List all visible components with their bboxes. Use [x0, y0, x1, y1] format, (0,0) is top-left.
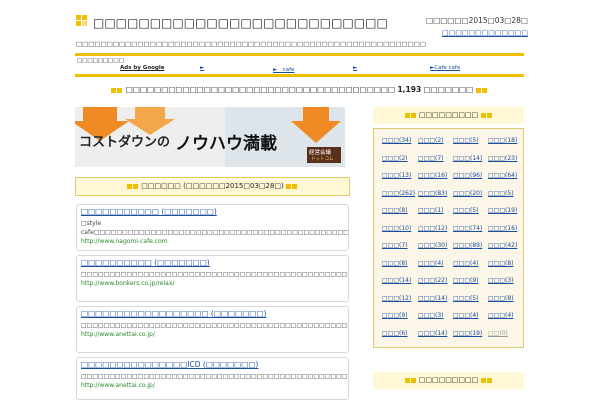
- category-tag-link[interactable]: □□□(96): [453, 172, 482, 179]
- item-url[interactable]: http://www.nagomi-cafe.com: [81, 238, 344, 245]
- category-tag-link[interactable]: □□□(4): [453, 260, 479, 267]
- category-tag-link[interactable]: □□□(23): [488, 155, 517, 162]
- category-tag-box: □□□(34) □□□(2) □□□(5) □□□(18) □□□(2) □□□(7) □□…: [373, 128, 524, 348]
- category-tag-link[interactable]: □□□(16): [488, 225, 517, 232]
- category-tag-link[interactable]: □□□(7): [418, 155, 444, 162]
- category-tag-link[interactable]: □□□(89): [453, 242, 482, 249]
- ad-bar: □□□□□□□□□ Ads by Google ► ► cafe ► ►Cafe…: [75, 53, 524, 77]
- category-tag-link[interactable]: □□□(4): [453, 312, 479, 319]
- category-tag-link[interactable]: □□□(5): [453, 137, 479, 144]
- item-url[interactable]: http://www.anettai.co.jp/: [81, 382, 344, 389]
- category-tag-link[interactable]: □□□(2): [418, 137, 444, 144]
- category-tag-link[interactable]: □□□(2): [382, 155, 408, 162]
- category-tag-link[interactable]: □□□(42): [488, 242, 517, 249]
- category-tag-link[interactable]: □□□(30): [418, 242, 447, 249]
- category-tag-link[interactable]: □□□(13): [382, 172, 411, 179]
- item-title-link[interactable]: □□□□□□□□□□ (□□□□□□□): [81, 258, 344, 267]
- panel-title: □□□□□□ (□□□□□□2015□03□28□): [141, 182, 284, 190]
- site-title[interactable]: □□□□□□□□□□□□□□□□□□□□□□□□□□: [93, 16, 388, 30]
- promo-banner[interactable]: コストダウンの ノウハウ満載 経営会議 ドットコム: [75, 107, 345, 167]
- ad-link[interactable]: ►: [200, 65, 204, 71]
- category-tag-link[interactable]: □□□(8): [488, 260, 514, 267]
- list-item: □□□□□□□□□□□□□□□□□□ (□□□□□□□) □□□□□□□□□□□…: [76, 306, 349, 353]
- ad-link[interactable]: ► cafe: [273, 65, 294, 73]
- banner-text-left: コストダウンの: [79, 135, 171, 150]
- category-tag-link[interactable]: □□□(8): [382, 207, 408, 214]
- category-tag-link[interactable]: □□□(10): [382, 225, 411, 232]
- category-tag-link[interactable]: □□□(14): [453, 155, 482, 162]
- ads-by-google-link[interactable]: Ads by Google: [120, 65, 164, 71]
- category-tag-link[interactable]: □□□(34): [382, 137, 411, 144]
- sidebar-title-2: □□□□□□□□□: [418, 376, 479, 384]
- item-url[interactable]: http://www.bonkers.co.jp/relax/: [81, 280, 344, 287]
- item-title-link[interactable]: □□□□□□□□□□□□□□□□□□ (□□□□□□□): [81, 309, 344, 318]
- headline-suffix: □□□□□□□: [423, 85, 474, 94]
- category-tag-link[interactable]: □□□(14): [382, 277, 411, 284]
- category-tag-link[interactable]: □□(0): [488, 330, 508, 337]
- site-tagline: □□□□□□□□□□□□□□□□□□□□□□□□□□□□□□□□□□□□□□□□…: [76, 40, 427, 48]
- sidebar-header: □□□□□□□□□: [373, 107, 524, 124]
- category-tag-link[interactable]: □□□(8): [382, 260, 408, 267]
- item-title-link[interactable]: □□□□□□□□□□□□□□□ICD (□□□□□□□): [81, 360, 344, 369]
- category-tag-link[interactable]: □□□(74): [453, 225, 482, 232]
- category-tag-link[interactable]: □□□(6): [382, 330, 408, 337]
- category-tag-link[interactable]: □□□(14): [418, 295, 447, 302]
- item-url[interactable]: http://www.anettai.co.jp/: [81, 331, 344, 338]
- banner-text-main: ノウハウ満載: [175, 134, 277, 154]
- list-item: □□□□□□□□□□□ (□□□□□□□) □style cafe□□□□□□□…: [76, 204, 349, 251]
- category-tag-link[interactable]: □□□(20): [453, 190, 482, 197]
- category-tag-link[interactable]: □□□(4): [418, 260, 444, 267]
- item-description: □□□□□□□□□□□□□□□□□□□□□□□□□□□□□□□□□□□□□□□□…: [81, 271, 348, 278]
- category-tag-link[interactable]: □□□(5): [453, 207, 479, 214]
- category-tag-link[interactable]: □□□(262): [382, 190, 415, 197]
- category-tag-link[interactable]: □□□(16): [418, 172, 447, 179]
- list-item: □□□□□□□□□□□□□□□ICD (□□□□□□□) □□□□□□□□□□□…: [76, 357, 349, 400]
- sidebar-title: □□□□□□□□□: [418, 111, 479, 119]
- category-tag-link[interactable]: □□□(18): [488, 137, 517, 144]
- sidebar-header-2: □□□□□□□□□: [373, 372, 524, 389]
- category-tag-link[interactable]: □□□(19): [453, 330, 482, 337]
- recommend-panel-header: □□□□□□ (□□□□□□2015□03□28□): [75, 177, 350, 196]
- category-tag-link[interactable]: □□□(83): [418, 190, 447, 197]
- category-tag-link[interactable]: □□□(12): [418, 225, 447, 232]
- item-description: □style cafe□□□□□□□□□□□□□□□□□□□□□□□□□□□□□…: [81, 220, 349, 236]
- category-tag-link[interactable]: □□□(12): [382, 295, 411, 302]
- category-tag-link[interactable]: □□□(9): [382, 312, 408, 319]
- site-count-headline: □□□□□□□□□□□□□□□□□□□□□□□□□□□□□□□□□□□□□□ 1…: [75, 85, 524, 94]
- category-tag-link[interactable]: □□□(7): [382, 242, 408, 249]
- category-tag-link[interactable]: □□□(3): [418, 312, 444, 319]
- banner-badge-bottom: ドットコム: [311, 157, 334, 162]
- ad-link[interactable]: ►Cafe cafe: [430, 65, 460, 71]
- headline-prefix: □□□□□□□□□□□□□□□□□□□□□□□□□□□□□□□□□□□□□□: [125, 85, 396, 94]
- category-tag-link[interactable]: □□□(64): [488, 172, 517, 179]
- category-tag-link[interactable]: □□□(19): [488, 207, 517, 214]
- headline-count: 1,193: [397, 85, 422, 94]
- list-item: □□□□□□□□□□ (□□□□□□□) □□□□□□□□□□□□□□□□□□□…: [76, 255, 349, 302]
- category-tag-link[interactable]: □□□(4): [488, 312, 514, 319]
- category-tag-link[interactable]: □□□(22): [418, 277, 447, 284]
- banner-badge-top: 経営会議: [309, 150, 332, 156]
- ad-bar-label: □□□□□□□□□: [77, 58, 124, 64]
- category-tag-link[interactable]: □□□(1): [418, 207, 444, 214]
- item-description: □□□□□□□□□□□□□□□□□□□□□□□□□□□□□□□□□□□□□□□□…: [81, 322, 348, 329]
- update-date: □□□□□□2015□03□28□: [426, 16, 528, 25]
- category-tag-link[interactable]: □□□(5): [453, 295, 479, 302]
- category-tag-link[interactable]: □□□(5): [488, 190, 514, 197]
- category-tag-link[interactable]: □□□(3): [488, 277, 514, 284]
- ad-link[interactable]: ►: [353, 65, 357, 71]
- category-tag-link[interactable]: □□□(14): [418, 330, 447, 337]
- item-title-link[interactable]: □□□□□□□□□□□ (□□□□□□□): [81, 207, 344, 216]
- category-tag-link[interactable]: □□□(8): [488, 295, 514, 302]
- item-description: □□□□□□□□□□□□□□□□□□□□□□□□□□□□□□□□□□□□□□□□…: [81, 373, 348, 380]
- category-tag-link[interactable]: □□□(9): [453, 277, 479, 284]
- header-link[interactable]: □□□□□□□□□□□□□: [442, 29, 528, 37]
